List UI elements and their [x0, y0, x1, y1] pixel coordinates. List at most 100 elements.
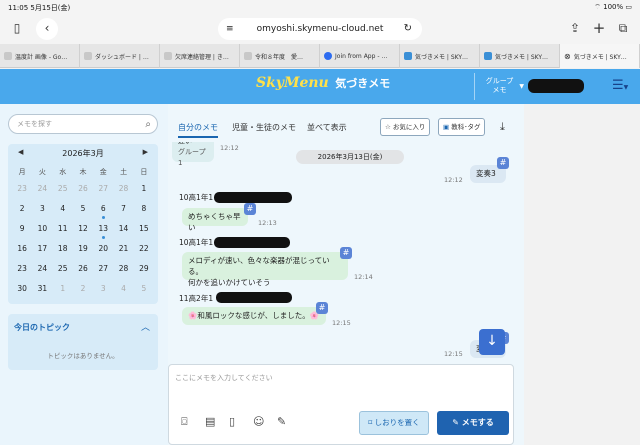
emoji-icon[interactable]: ☺: [253, 415, 264, 428]
chevron-up-icon[interactable]: ︿: [141, 320, 150, 333]
calendar-day[interactable]: 25: [53, 180, 73, 200]
close-tab-icon[interactable]: ⊗: [564, 52, 571, 61]
today-topic-panel: 今日のトピック ︿ トピックはありません。: [8, 314, 158, 370]
calendar-day[interactable]: 30: [12, 280, 32, 300]
calendar-day[interactable]: 29: [134, 260, 154, 280]
calendar-day[interactable]: 28: [113, 260, 133, 280]
calendar-day[interactable]: 16: [12, 240, 32, 260]
calendar-day[interactable]: 21: [113, 240, 133, 260]
memo-search-input[interactable]: メモを探す ⌕: [8, 114, 158, 134]
share-icon[interactable]: ⇪: [564, 18, 586, 40]
browser-tab[interactable]: 温度計 画像 - Go…: [0, 44, 80, 68]
memo-time: 12:15: [332, 319, 351, 327]
weekday-label: 日: [140, 168, 148, 176]
calendar-day-number: 15: [139, 224, 149, 233]
calendar-day[interactable]: 1: [134, 180, 154, 200]
page-settings-icon[interactable]: ≡: [226, 18, 234, 40]
calendar-day[interactable]: 9: [12, 220, 32, 240]
calendar-day[interactable]: 27: [93, 180, 113, 200]
calendar-day[interactable]: 19: [73, 240, 93, 260]
memo-bubble[interactable]: 🌸和風ロックな感じが、しました。🌸: [182, 307, 326, 325]
calendar-day[interactable]: 4: [53, 200, 73, 220]
calendar-day-number: 10: [37, 224, 48, 233]
calendar-day[interactable]: 26: [73, 180, 93, 200]
calendar-day[interactable]: 24: [32, 260, 52, 280]
new-tab-icon[interactable]: +: [588, 18, 610, 40]
browser-tab[interactable]: 気づきメモ | SKY…: [400, 44, 480, 68]
calendar-day[interactable]: 25: [53, 260, 73, 280]
memo-compose-box[interactable]: ここにメモを入力してください ⌼ ▤ ▯ ☺ ✎ ⌑ しおりを置く ✎ メモする: [168, 364, 514, 445]
zoom-favicon-icon: [324, 52, 332, 60]
memo-timeline[interactable]: 遅い グループ1 12:12 2026年3月13日(金) 12:12 変奏3 #…: [172, 142, 516, 364]
group-memo-button[interactable]: グループ メモ ▼: [474, 73, 524, 100]
calendar-day[interactable]: 27: [93, 260, 113, 280]
calendar-day[interactable]: 23: [12, 260, 32, 280]
back-icon[interactable]: ‹: [36, 18, 58, 40]
calendar-day[interactable]: 5: [73, 200, 93, 220]
calendar-day[interactable]: 20: [93, 240, 113, 260]
reload-icon[interactable]: ↻: [404, 18, 412, 40]
sidebar-toggle-icon[interactable]: ▯: [6, 18, 28, 40]
calendar-day[interactable]: 31: [32, 280, 52, 300]
url-bar[interactable]: ≡ omyoshi.skymenu-cloud.net ↻: [218, 18, 422, 40]
calendar-day[interactable]: 11: [53, 220, 73, 240]
calendar-day[interactable]: 28: [113, 180, 133, 200]
memo-bubble[interactable]: めちゃくちゃ早い: [182, 208, 248, 232]
send-memo-button[interactable]: ✎ メモする: [437, 411, 509, 435]
hamburger-menu-icon[interactable]: ☰▼: [612, 78, 632, 94]
pen-icon[interactable]: ✎: [277, 415, 286, 428]
calendar-day[interactable]: 10: [32, 220, 52, 240]
calendar-day[interactable]: 2: [73, 280, 93, 300]
hashtag-icon[interactable]: #: [340, 247, 352, 259]
calendar-day[interactable]: 17: [32, 240, 52, 260]
browser-tab[interactable]: ダッシュボード | …: [80, 44, 160, 68]
tab-my-memo[interactable]: 自分のメモ: [178, 122, 218, 138]
download-icon[interactable]: ⤓: [500, 120, 505, 134]
calendar-day[interactable]: 12: [73, 220, 93, 240]
calendar-day[interactable]: 5: [134, 280, 154, 300]
browser-tab[interactable]: 欠席連絡管理 | き…: [160, 44, 240, 68]
next-month-icon[interactable]: ▶: [143, 148, 148, 156]
calendar-day[interactable]: 6: [93, 200, 113, 220]
memo-bubble[interactable]: 遅い グループ1: [172, 142, 214, 167]
calendar-day[interactable]: 3: [32, 200, 52, 220]
calendar-day[interactable]: 24: [32, 180, 52, 200]
calendar-day-number: 3: [100, 284, 106, 293]
user-name-redacted[interactable]: [528, 79, 584, 93]
file-icon[interactable]: ▯: [229, 415, 235, 428]
calendar-day[interactable]: 2: [12, 200, 32, 220]
hashtag-icon[interactable]: #: [316, 302, 328, 314]
browser-tab[interactable]: 令和８年度 愛…: [240, 44, 320, 68]
clipboard-icon[interactable]: ▤: [205, 415, 215, 428]
tab-student-memo[interactable]: 児童・生徒のメモ: [232, 122, 296, 133]
hashtag-icon[interactable]: #: [497, 157, 509, 169]
calendar-day[interactable]: 15: [134, 220, 154, 240]
browser-tab[interactable]: Join from App - …: [320, 44, 400, 68]
favorites-button[interactable]: ☆ お気に入り: [380, 118, 431, 136]
calendar-day-number: 5: [80, 204, 86, 213]
scroll-to-bottom-icon[interactable]: ↓: [479, 329, 505, 355]
calendar-day[interactable]: 3: [93, 280, 113, 300]
subject-tag-button[interactable]: ▣ 教科･タグ: [438, 118, 486, 136]
place-bookmark-button[interactable]: ⌑ しおりを置く: [359, 411, 429, 435]
calendar-day[interactable]: 8: [134, 200, 154, 220]
calendar-day[interactable]: 13: [93, 220, 113, 240]
browser-tab[interactable]: 気づきメモ | SKY…: [480, 44, 560, 68]
memo-bubble[interactable]: メロディが速い、色々な楽器が混じっている。 何かを追いかけていそう: [182, 252, 348, 287]
search-icon[interactable]: ⌕: [145, 116, 151, 134]
tab-side-by-side[interactable]: 並べて表示: [307, 122, 347, 133]
calendar-day[interactable]: 1: [53, 280, 73, 300]
tabs-overview-icon[interactable]: ⧉: [612, 18, 634, 40]
calendar-day[interactable]: 26: [73, 260, 93, 280]
browser-tab-active[interactable]: ⊗ 気づきメモ | SKY…: [560, 44, 640, 68]
hashtag-icon[interactable]: #: [244, 203, 256, 215]
calendar-day[interactable]: 7: [113, 200, 133, 220]
calendar-day[interactable]: 23: [12, 180, 32, 200]
camera-icon[interactable]: ⌼: [181, 415, 188, 429]
calendar-day[interactable]: 14: [113, 220, 133, 240]
calendar-days: 23 24 25 26 27 28 1 2 3 4 5 6 7 8 9 10 11 12 13 14 15 16 17 18 1…: [12, 180, 154, 300]
browser-tab-strip: 温度計 画像 - Go… ダッシュボード | … 欠席連絡管理 | き… 令和８…: [0, 44, 640, 68]
calendar-day[interactable]: 22: [134, 240, 154, 260]
calendar-day[interactable]: 18: [53, 240, 73, 260]
calendar-day[interactable]: 4: [113, 280, 133, 300]
